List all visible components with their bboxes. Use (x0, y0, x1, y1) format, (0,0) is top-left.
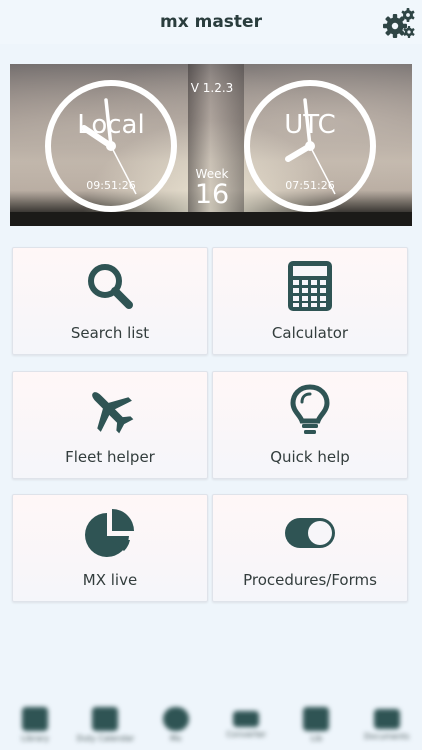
utc-clock-label: UTC (284, 110, 336, 140)
app-version: V 1.2.3 (190, 81, 234, 95)
fleet-helper-tile[interactable]: Fleet helper (12, 371, 208, 479)
pie-chart-icon (85, 509, 134, 557)
tile-label: Search list (70, 324, 150, 342)
calculator-icon (288, 261, 332, 311)
quick-help-tile[interactable]: Quick help (212, 371, 408, 479)
mail-icon (373, 709, 400, 729)
utc-clock-time: 07:51:26 (285, 179, 335, 192)
local-clock-label: Local (77, 110, 145, 140)
search-list-tile[interactable]: Search list (12, 247, 208, 355)
tile-label: Quick help (270, 448, 350, 466)
clock-banner: V 1.2.3 Local 09:51:26 UTC 07:51:26 Week… (10, 64, 412, 226)
calendar-icon (92, 707, 119, 731)
airplane-icon (92, 392, 134, 434)
gear-icon[interactable] (382, 6, 416, 40)
tile-label: Procedures/Forms (243, 571, 377, 589)
nav-mx[interactable]: Mx (146, 707, 206, 743)
cloud-icon (162, 707, 189, 731)
nav-library[interactable]: Library (5, 707, 65, 743)
week-number: 16 (194, 179, 230, 210)
money-icon (233, 711, 260, 727)
app-title: mx master (160, 12, 262, 32)
grid-icon (303, 707, 330, 731)
lightbulb-icon (290, 384, 330, 434)
app-header: mx master (0, 0, 422, 44)
procedures-forms-tile[interactable]: Procedures/Forms (212, 494, 408, 602)
mx-live-tile[interactable]: MX live (12, 494, 208, 602)
toggle-icon (285, 518, 335, 548)
nav-converter[interactable]: Converter (216, 711, 276, 739)
tile-label: MX live (82, 571, 138, 589)
search-icon (88, 264, 133, 309)
tile-label: Calculator (271, 324, 349, 342)
bottom-nav: Library Duty Calendar Mx Converter Lib D… (0, 700, 422, 750)
tile-label: Fleet helper (65, 448, 155, 466)
local-clock-time: 09:51:26 (86, 179, 136, 192)
library-icon (22, 707, 49, 731)
calculator-tile[interactable]: Calculator (212, 247, 408, 355)
nav-lib[interactable]: Lib (286, 707, 346, 743)
nav-documents[interactable]: Documents (357, 709, 417, 741)
nav-duty-calendar[interactable]: Duty Calendar (75, 707, 135, 743)
